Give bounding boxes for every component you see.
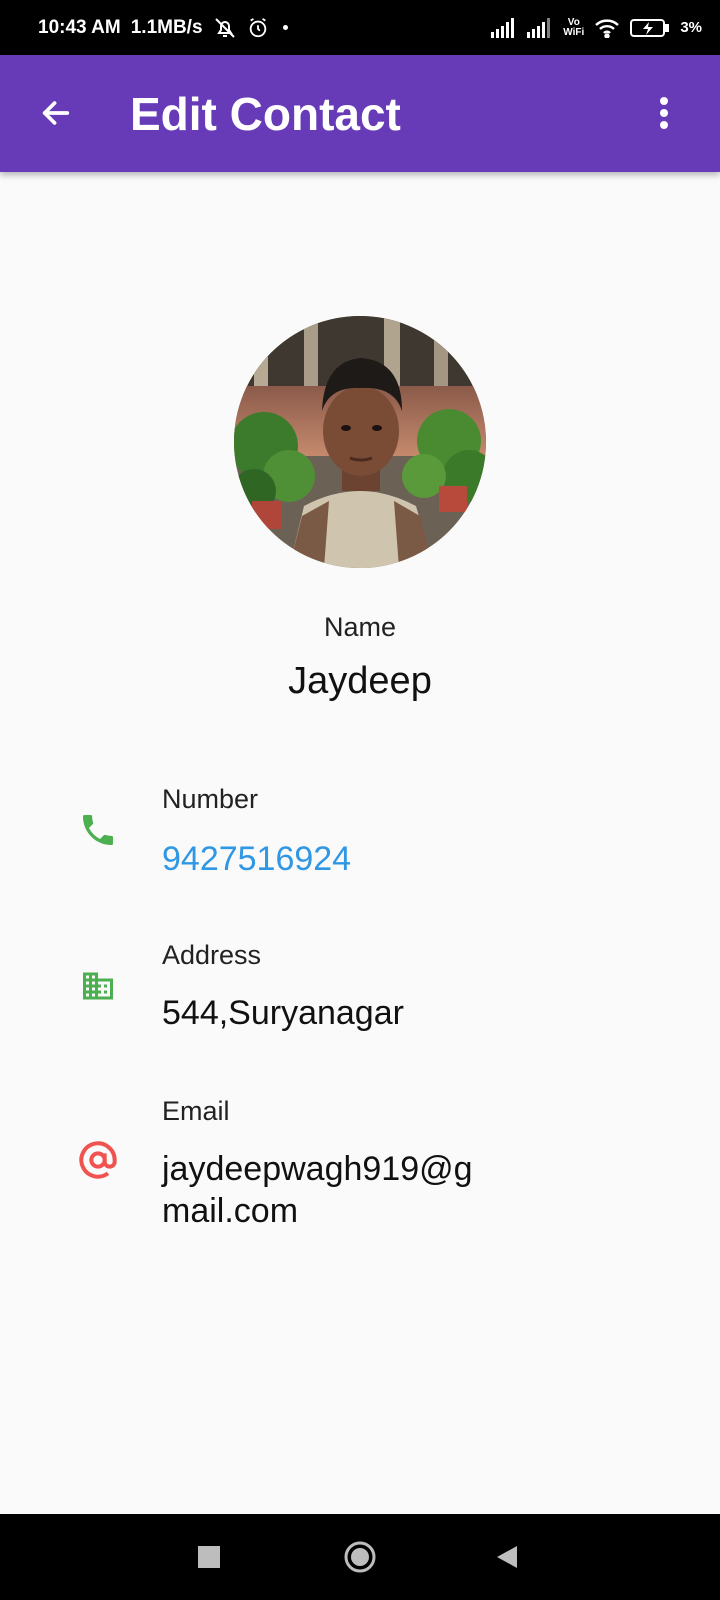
triangle-back-icon bbox=[497, 1546, 517, 1568]
app-bar: Edit Contact bbox=[0, 55, 720, 172]
recents-button[interactable] bbox=[186, 1534, 232, 1580]
address-label: Address bbox=[162, 940, 262, 970]
battery-percent: 3% bbox=[680, 19, 702, 36]
contact-name: Jaydeep bbox=[288, 660, 432, 702]
status-time: 10:43 AM bbox=[38, 16, 121, 38]
mute-notifications-icon bbox=[213, 16, 237, 40]
email-label: Email bbox=[162, 1096, 230, 1126]
home-button[interactable] bbox=[337, 1534, 383, 1580]
at-sign-icon bbox=[76, 1138, 120, 1182]
signal-icon-sim2 bbox=[527, 17, 553, 38]
number-label: Number bbox=[162, 784, 259, 814]
system-nav-bar bbox=[0, 1514, 720, 1600]
email-value[interactable]: jaydeepwagh919@gmail.com bbox=[162, 1148, 492, 1232]
vowifi-indicator: Vo WiFi bbox=[563, 17, 585, 38]
edit-contact-screen: 10:43 AM 1.1MB/s Vo WiFi 3% Edit Contact… bbox=[0, 0, 720, 1600]
notification-dot-icon bbox=[282, 25, 288, 30]
contact-avatar[interactable] bbox=[234, 316, 486, 568]
alarm-icon bbox=[247, 17, 269, 39]
phone-number[interactable]: 9427516924 bbox=[162, 838, 492, 880]
address-value: 544,Suryanagar bbox=[162, 994, 404, 1032]
wifi-icon bbox=[594, 18, 620, 38]
page-title: Edit Contact bbox=[130, 88, 401, 140]
status-bar: 10:43 AM 1.1MB/s Vo WiFi 3% bbox=[0, 0, 720, 55]
back-button[interactable] bbox=[28, 85, 84, 141]
network-speed: 1.1MB/s bbox=[130, 16, 203, 38]
vowifi-bottom: WiFi bbox=[563, 26, 585, 38]
more-options-button[interactable] bbox=[636, 85, 692, 141]
phone-icon[interactable] bbox=[76, 808, 120, 852]
building-icon bbox=[76, 964, 120, 1008]
battery-charging-icon bbox=[630, 18, 670, 38]
arrow-back-icon bbox=[42, 101, 70, 125]
circle-icon bbox=[344, 1541, 376, 1573]
status-right: Vo WiFi 3% bbox=[491, 17, 702, 38]
more-vert-icon bbox=[660, 97, 668, 129]
square-icon bbox=[198, 1546, 220, 1568]
name-label: Name bbox=[323, 612, 397, 642]
status-left: 10:43 AM 1.1MB/s bbox=[38, 16, 288, 40]
signal-icon-sim1 bbox=[491, 17, 517, 38]
back-nav-button[interactable] bbox=[484, 1534, 530, 1580]
